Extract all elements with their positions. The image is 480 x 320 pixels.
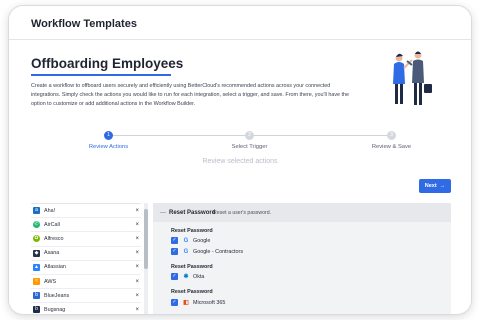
action-panel: — Reset Password Reset a user's password… xyxy=(153,203,451,314)
title-underline xyxy=(31,74,171,76)
app-title: Workflow Templates xyxy=(31,18,137,30)
step-1-label[interactable]: Review Actions xyxy=(89,144,128,150)
remove-icon[interactable]: × xyxy=(135,264,139,270)
action-group-title: Reset Password xyxy=(171,264,213,270)
page-description: Create a workflow to offboard users secu… xyxy=(31,83,350,107)
remove-icon[interactable]: × xyxy=(135,293,139,299)
main-content: Offboarding Employees Create a workflow … xyxy=(9,40,471,314)
action-name: Reset Password xyxy=(169,209,216,216)
step-1-indicator[interactable]: 1 xyxy=(104,131,113,140)
remove-icon[interactable]: × xyxy=(135,222,139,228)
integration-name: Atlassian xyxy=(44,264,66,271)
integration-item-aircall[interactable]: ✆ AirCall × xyxy=(31,218,141,233)
bugsnag-icon: b xyxy=(33,306,40,314)
integration-item-atlassian[interactable]: ▲ Atlassian × xyxy=(31,261,141,275)
remove-icon[interactable]: × xyxy=(135,250,139,256)
asana-icon: ◆ xyxy=(33,249,40,257)
integration-name: BlueJeans xyxy=(44,292,70,299)
integration-list-scrollbar[interactable] xyxy=(144,203,148,314)
integration-item-asana[interactable]: ◆ Asana × xyxy=(31,247,141,261)
people-illustration xyxy=(393,51,432,105)
microsoft-365-icon: ◧ xyxy=(183,299,189,306)
bluejeans-icon: b xyxy=(33,292,40,300)
integration-item-aws[interactable]: ≈ AWS × xyxy=(31,275,141,290)
step-2-label[interactable]: Select Trigger xyxy=(232,144,268,150)
integration-name: AWS xyxy=(44,278,57,285)
action-group-title: Reset Password xyxy=(171,228,213,234)
page-title: Offboarding Employees xyxy=(31,56,184,71)
aws-icon: ≈ xyxy=(33,278,40,286)
integration-item-bugsnag[interactable]: b Bugsnag × xyxy=(31,303,141,314)
checkbox-label: Google - Contractors xyxy=(193,248,244,255)
checkbox-label: Okta xyxy=(193,273,205,280)
step-3-indicator[interactable]: 3 xyxy=(387,131,396,140)
integration-name: Alfresco xyxy=(44,235,64,242)
step-connector xyxy=(254,135,387,136)
checkbox-checked-icon[interactable]: ✓ xyxy=(171,248,178,255)
google-icon: G xyxy=(183,248,189,255)
action-header[interactable]: — Reset Password Reset a user's password… xyxy=(153,203,451,222)
app-window: Workflow Templates Offboarding Employees… xyxy=(9,6,471,314)
integration-name: Aha! xyxy=(44,207,56,214)
action-description: Reset a user's password. xyxy=(213,209,272,216)
scrollbar-thumb[interactable] xyxy=(144,209,148,269)
integration-name: Bugsnag xyxy=(44,306,66,313)
checkbox-checked-icon[interactable]: ✓ xyxy=(171,237,178,244)
okta-icon: ✱ xyxy=(183,273,189,280)
integration-list: a Aha! × ✆ AirCall × ✿ Alfresco × ◆ Asan… xyxy=(31,203,141,314)
checkbox-checked-icon[interactable]: ✓ xyxy=(171,273,178,280)
step-connector xyxy=(113,135,246,136)
step-2-indicator[interactable]: 2 xyxy=(245,131,254,140)
remove-icon[interactable]: × xyxy=(135,307,139,313)
next-button-label: Next xyxy=(424,183,437,189)
checkbox-row-google-contractors[interactable]: ✓ G Google - Contractors xyxy=(171,247,243,256)
integration-item-alfresco[interactable]: ✿ Alfresco × xyxy=(31,232,141,247)
integration-name: Asana xyxy=(44,250,60,257)
integration-name: AirCall xyxy=(44,221,60,228)
arrow-right-icon: → xyxy=(439,183,446,189)
checkbox-row-microsoft-365[interactable]: ✓ ◧ Microsoft 365 xyxy=(171,298,225,307)
remove-icon[interactable]: × xyxy=(135,208,139,214)
collapse-icon[interactable]: — xyxy=(160,210,166,216)
google-icon: G xyxy=(183,237,189,244)
checkbox-label: Microsoft 365 xyxy=(193,299,226,306)
alfresco-icon: ✿ xyxy=(33,235,40,243)
step-3-label[interactable]: Review & Save xyxy=(372,144,411,150)
integration-item-bluejeans[interactable]: b BlueJeans × xyxy=(31,289,141,304)
checkbox-label: Google xyxy=(193,237,211,244)
checkbox-row-google[interactable]: ✓ G Google xyxy=(171,236,210,245)
next-button[interactable]: Next → xyxy=(419,179,451,193)
integration-item-aha[interactable]: a Aha! × xyxy=(31,204,141,219)
atlassian-icon: ▲ xyxy=(33,263,40,271)
aircall-icon: ✆ xyxy=(33,221,40,229)
top-bar: Workflow Templates xyxy=(9,6,471,40)
checkbox-row-okta[interactable]: ✓ ✱ Okta xyxy=(171,272,204,281)
checkbox-checked-icon[interactable]: ✓ xyxy=(171,299,178,306)
aha-icon: a xyxy=(33,207,40,215)
action-group-title: Reset Password xyxy=(171,289,213,295)
review-subtitle: Review selected actions xyxy=(202,158,278,165)
remove-icon[interactable]: × xyxy=(135,279,139,285)
remove-icon[interactable]: × xyxy=(135,236,139,242)
